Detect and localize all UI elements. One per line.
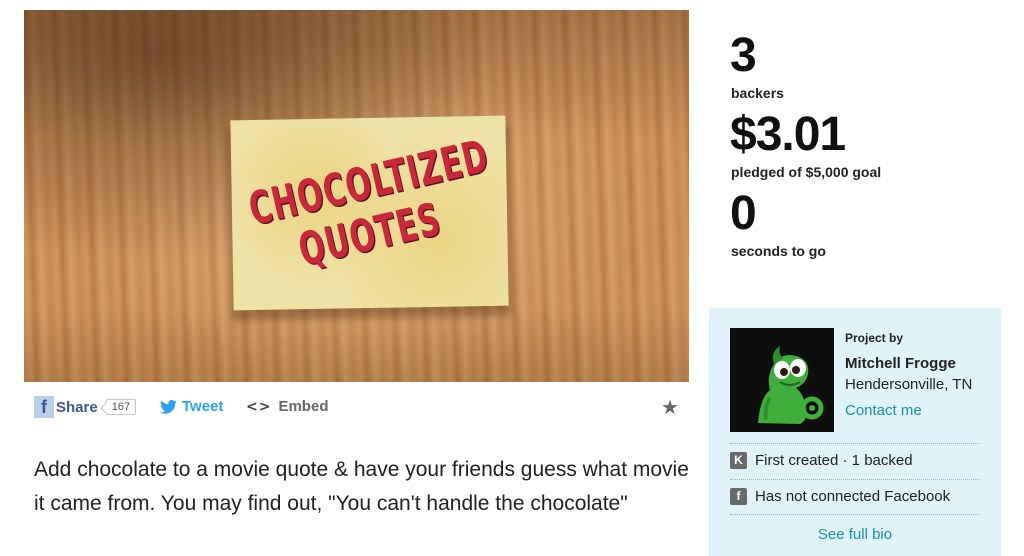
first-created-row: K First created · 1 backed [730,452,913,469]
backers-label: backers [731,85,784,101]
twitter-bird-icon [160,399,177,414]
backers-count: 3 [730,29,757,82]
embed-button[interactable]: <> Embed [246,398,328,415]
time-remaining: 0 [730,187,757,240]
tweet-label: Tweet [182,398,224,415]
creator-panel: Project by Mitchell Frogge Hendersonvill… [709,308,1001,556]
pledged-amount: $3.01 [730,108,846,161]
facebook-icon: f [730,488,747,505]
facebook-share-button[interactable]: f Share 167 [34,396,137,418]
see-full-bio-link[interactable]: See full bio [709,526,1001,543]
creator-avatar[interactable] [730,328,834,432]
project-video[interactable]: CHOCOLTIZED QUOTES [24,10,689,382]
pledged-label: pledged of $5,000 goal [731,164,882,180]
embed-label: Embed [278,398,329,415]
star-icon[interactable]: ★ [661,395,679,419]
divider [730,479,980,480]
creator-name[interactable]: Mitchell Frogge [845,355,956,372]
divider [730,514,980,515]
creator-location: Hendersonville, TN [845,376,973,393]
kickstarter-icon: K [730,452,747,469]
divider [730,443,980,444]
project-by-label: Project by [845,331,904,345]
facebook-status-row: f Has not connected Facebook [730,488,950,505]
first-created-text: First created · 1 backed [755,452,913,469]
facebook-status-text: Has not connected Facebook [755,488,951,505]
embed-code-icon: <> [246,398,272,415]
contact-me-link[interactable]: Contact me [845,402,922,419]
tweet-button[interactable]: Tweet [160,398,223,415]
time-remaining-label: seconds to go [731,243,826,259]
facebook-share-label: Share [56,398,98,416]
facebook-icon: f [34,396,54,418]
video-title-card: CHOCOLTIZED QUOTES [230,115,509,311]
chameleon-avatar-image [730,328,834,432]
share-bar: f Share 167 Tweet <> Embed ★ [34,394,684,420]
project-description: Add chocolate to a movie quote & have yo… [34,458,689,515]
share-count: 167 [105,399,137,415]
